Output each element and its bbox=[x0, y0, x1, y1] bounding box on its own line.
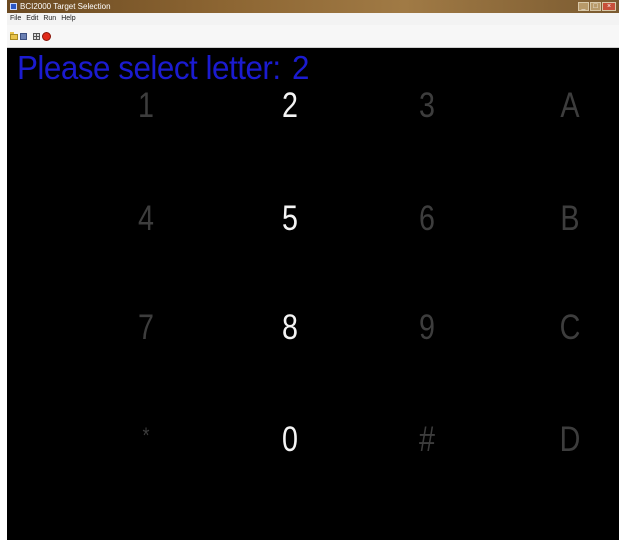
key-1[interactable]: 1 bbox=[117, 81, 174, 131]
key-5[interactable]: 5 bbox=[261, 194, 318, 244]
key-2[interactable]: 2 bbox=[261, 81, 318, 131]
key-d[interactable]: D bbox=[541, 415, 598, 465]
app-window: BCI2000 Target Selection _ □ × File Edit… bbox=[7, 0, 619, 540]
key-6[interactable]: 6 bbox=[398, 194, 455, 244]
key-3[interactable]: 3 bbox=[398, 81, 455, 131]
key-b[interactable]: B bbox=[541, 194, 598, 244]
key-a[interactable]: A bbox=[541, 81, 598, 131]
key-0[interactable]: 0 bbox=[261, 415, 318, 465]
key-8[interactable]: 8 bbox=[261, 303, 318, 353]
key-c[interactable]: C bbox=[541, 303, 598, 353]
key-7[interactable]: 7 bbox=[117, 303, 174, 353]
key-4[interactable]: 4 bbox=[117, 194, 174, 244]
key-star[interactable]: * bbox=[117, 411, 174, 461]
key-hash[interactable]: # bbox=[398, 415, 455, 465]
key-9[interactable]: 9 bbox=[398, 303, 455, 353]
keypad: 1 2 3 A 4 5 6 B 7 8 9 C * 0 # D bbox=[7, 0, 619, 540]
